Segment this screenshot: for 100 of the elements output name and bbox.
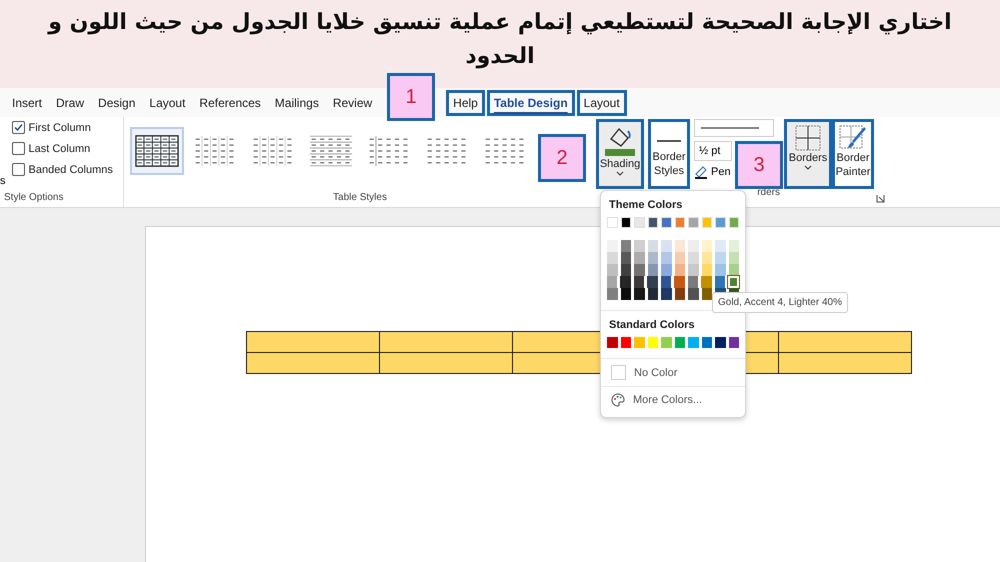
color-swatch[interactable] bbox=[648, 288, 658, 300]
color-swatch[interactable] bbox=[634, 337, 644, 348]
paintbrush-grid-icon bbox=[839, 125, 867, 151]
color-swatch[interactable] bbox=[714, 276, 726, 288]
cut-label: s bbox=[0, 175, 6, 187]
color-swatch[interactable] bbox=[634, 217, 644, 228]
color-swatch[interactable] bbox=[607, 276, 618, 288]
ribbon-tab[interactable]: Design bbox=[92, 90, 142, 116]
color-swatch[interactable] bbox=[702, 240, 712, 252]
color-swatch[interactable] bbox=[648, 264, 658, 276]
color-swatch[interactable] bbox=[607, 252, 618, 264]
menu-heading: Theme Colors bbox=[608, 198, 684, 213]
color-swatch[interactable] bbox=[661, 337, 672, 348]
color-swatch[interactable] bbox=[728, 252, 739, 264]
color-swatch[interactable] bbox=[648, 252, 658, 264]
color-swatch[interactable] bbox=[634, 264, 644, 276]
border-painter-button[interactable]: Border Painter bbox=[832, 119, 874, 189]
color-swatch[interactable] bbox=[674, 217, 685, 228]
color-swatch[interactable] bbox=[688, 288, 698, 300]
color-swatch[interactable] bbox=[688, 252, 698, 264]
color-swatch[interactable] bbox=[728, 217, 739, 228]
color-swatch[interactable] bbox=[674, 288, 685, 300]
checkbox-label: First Column bbox=[28, 122, 91, 134]
color-swatch[interactable] bbox=[702, 288, 712, 300]
color-swatch[interactable] bbox=[607, 240, 618, 252]
color-swatch[interactable] bbox=[688, 276, 698, 288]
color-swatch[interactable] bbox=[607, 264, 618, 276]
more-colors-option[interactable]: More Colors... bbox=[633, 394, 702, 406]
color-swatch[interactable] bbox=[715, 217, 726, 228]
color-swatch[interactable] bbox=[661, 288, 672, 300]
no-color-option[interactable]: No Color bbox=[634, 366, 678, 378]
color-swatch[interactable] bbox=[634, 276, 644, 288]
color-swatch[interactable] bbox=[728, 240, 739, 252]
color-swatch[interactable] bbox=[661, 264, 672, 276]
color-swatch[interactable] bbox=[688, 264, 698, 276]
color-swatch[interactable] bbox=[728, 337, 739, 348]
color-swatch[interactable] bbox=[634, 240, 644, 252]
ribbon-tab[interactable]: Draw bbox=[50, 90, 90, 116]
color-swatch[interactable] bbox=[661, 217, 672, 228]
color-swatch[interactable] bbox=[688, 240, 698, 252]
line-style-dropdown[interactable] bbox=[694, 119, 774, 137]
border-styles-button[interactable]: Border Styles bbox=[648, 119, 690, 189]
color-swatch[interactable] bbox=[607, 337, 618, 348]
table-style-thumbnail[interactable] bbox=[130, 127, 184, 175]
color-swatch[interactable] bbox=[674, 240, 685, 252]
color-swatch[interactable] bbox=[728, 264, 739, 276]
color-swatch[interactable] bbox=[620, 337, 631, 348]
color-swatch[interactable] bbox=[620, 252, 631, 264]
caret-icon bbox=[804, 165, 812, 171]
color-swatch[interactable] bbox=[702, 252, 712, 264]
color-swatch[interactable] bbox=[648, 337, 658, 348]
color-swatch[interactable] bbox=[660, 276, 672, 288]
color-swatch[interactable] bbox=[620, 264, 631, 276]
color-swatch[interactable] bbox=[674, 264, 685, 276]
color-swatch[interactable] bbox=[634, 288, 644, 300]
color-swatch[interactable] bbox=[620, 288, 631, 300]
borders-grid-icon bbox=[795, 125, 821, 151]
color-swatch[interactable] bbox=[715, 337, 726, 348]
checkbox[interactable] bbox=[12, 142, 24, 155]
number-marker: 1 bbox=[387, 73, 435, 121]
ribbon-tab[interactable]: Help bbox=[446, 90, 485, 116]
color-swatch[interactable] bbox=[634, 252, 644, 264]
color-swatch[interactable] bbox=[620, 217, 631, 228]
ribbon-tab[interactable]: References bbox=[193, 90, 267, 116]
color-swatch[interactable] bbox=[701, 276, 712, 288]
pen-color-label[interactable]: Pen bbox=[711, 166, 731, 178]
dialog-launcher-icon[interactable] bbox=[876, 194, 885, 203]
color-swatch[interactable] bbox=[674, 252, 685, 264]
color-swatch[interactable] bbox=[715, 240, 726, 252]
ribbon-tab[interactable]: Mailings bbox=[268, 90, 325, 116]
color-swatch[interactable] bbox=[715, 252, 726, 264]
color-swatch[interactable] bbox=[648, 217, 658, 228]
color-swatch[interactable] bbox=[702, 217, 712, 228]
palette-icon bbox=[611, 393, 625, 407]
color-swatch[interactable] bbox=[620, 276, 631, 288]
color-swatch[interactable] bbox=[688, 217, 698, 228]
color-swatch[interactable] bbox=[607, 288, 618, 300]
color-swatch[interactable] bbox=[674, 276, 685, 288]
ribbon-tab[interactable]: Layout bbox=[576, 90, 627, 116]
checkbox[interactable] bbox=[12, 121, 24, 134]
color-swatch[interactable] bbox=[715, 264, 726, 276]
color-swatch[interactable] bbox=[647, 276, 658, 288]
color-swatch[interactable] bbox=[661, 240, 672, 252]
ribbon-tab[interactable]: Insert bbox=[6, 90, 48, 116]
color-swatch[interactable] bbox=[648, 240, 658, 252]
color-swatch[interactable] bbox=[702, 337, 712, 348]
color-swatch[interactable] bbox=[661, 252, 672, 264]
empty-swatch-icon bbox=[611, 365, 626, 380]
shading-button[interactable]: Shading bbox=[596, 119, 644, 189]
paint-bucket-icon bbox=[603, 125, 637, 157]
checkbox[interactable] bbox=[12, 163, 24, 176]
ribbon-tab[interactable]: Review bbox=[326, 90, 378, 116]
color-swatch[interactable] bbox=[688, 337, 698, 348]
color-swatch[interactable] bbox=[702, 264, 712, 276]
color-swatch[interactable] bbox=[620, 240, 631, 252]
ribbon-tab[interactable]: Layout bbox=[143, 90, 192, 116]
borders-button[interactable]: Borders bbox=[784, 119, 832, 189]
color-swatch[interactable] bbox=[607, 217, 618, 228]
color-swatch[interactable] bbox=[674, 337, 685, 348]
pen-weight-field[interactable]: ½ pt bbox=[694, 141, 732, 161]
